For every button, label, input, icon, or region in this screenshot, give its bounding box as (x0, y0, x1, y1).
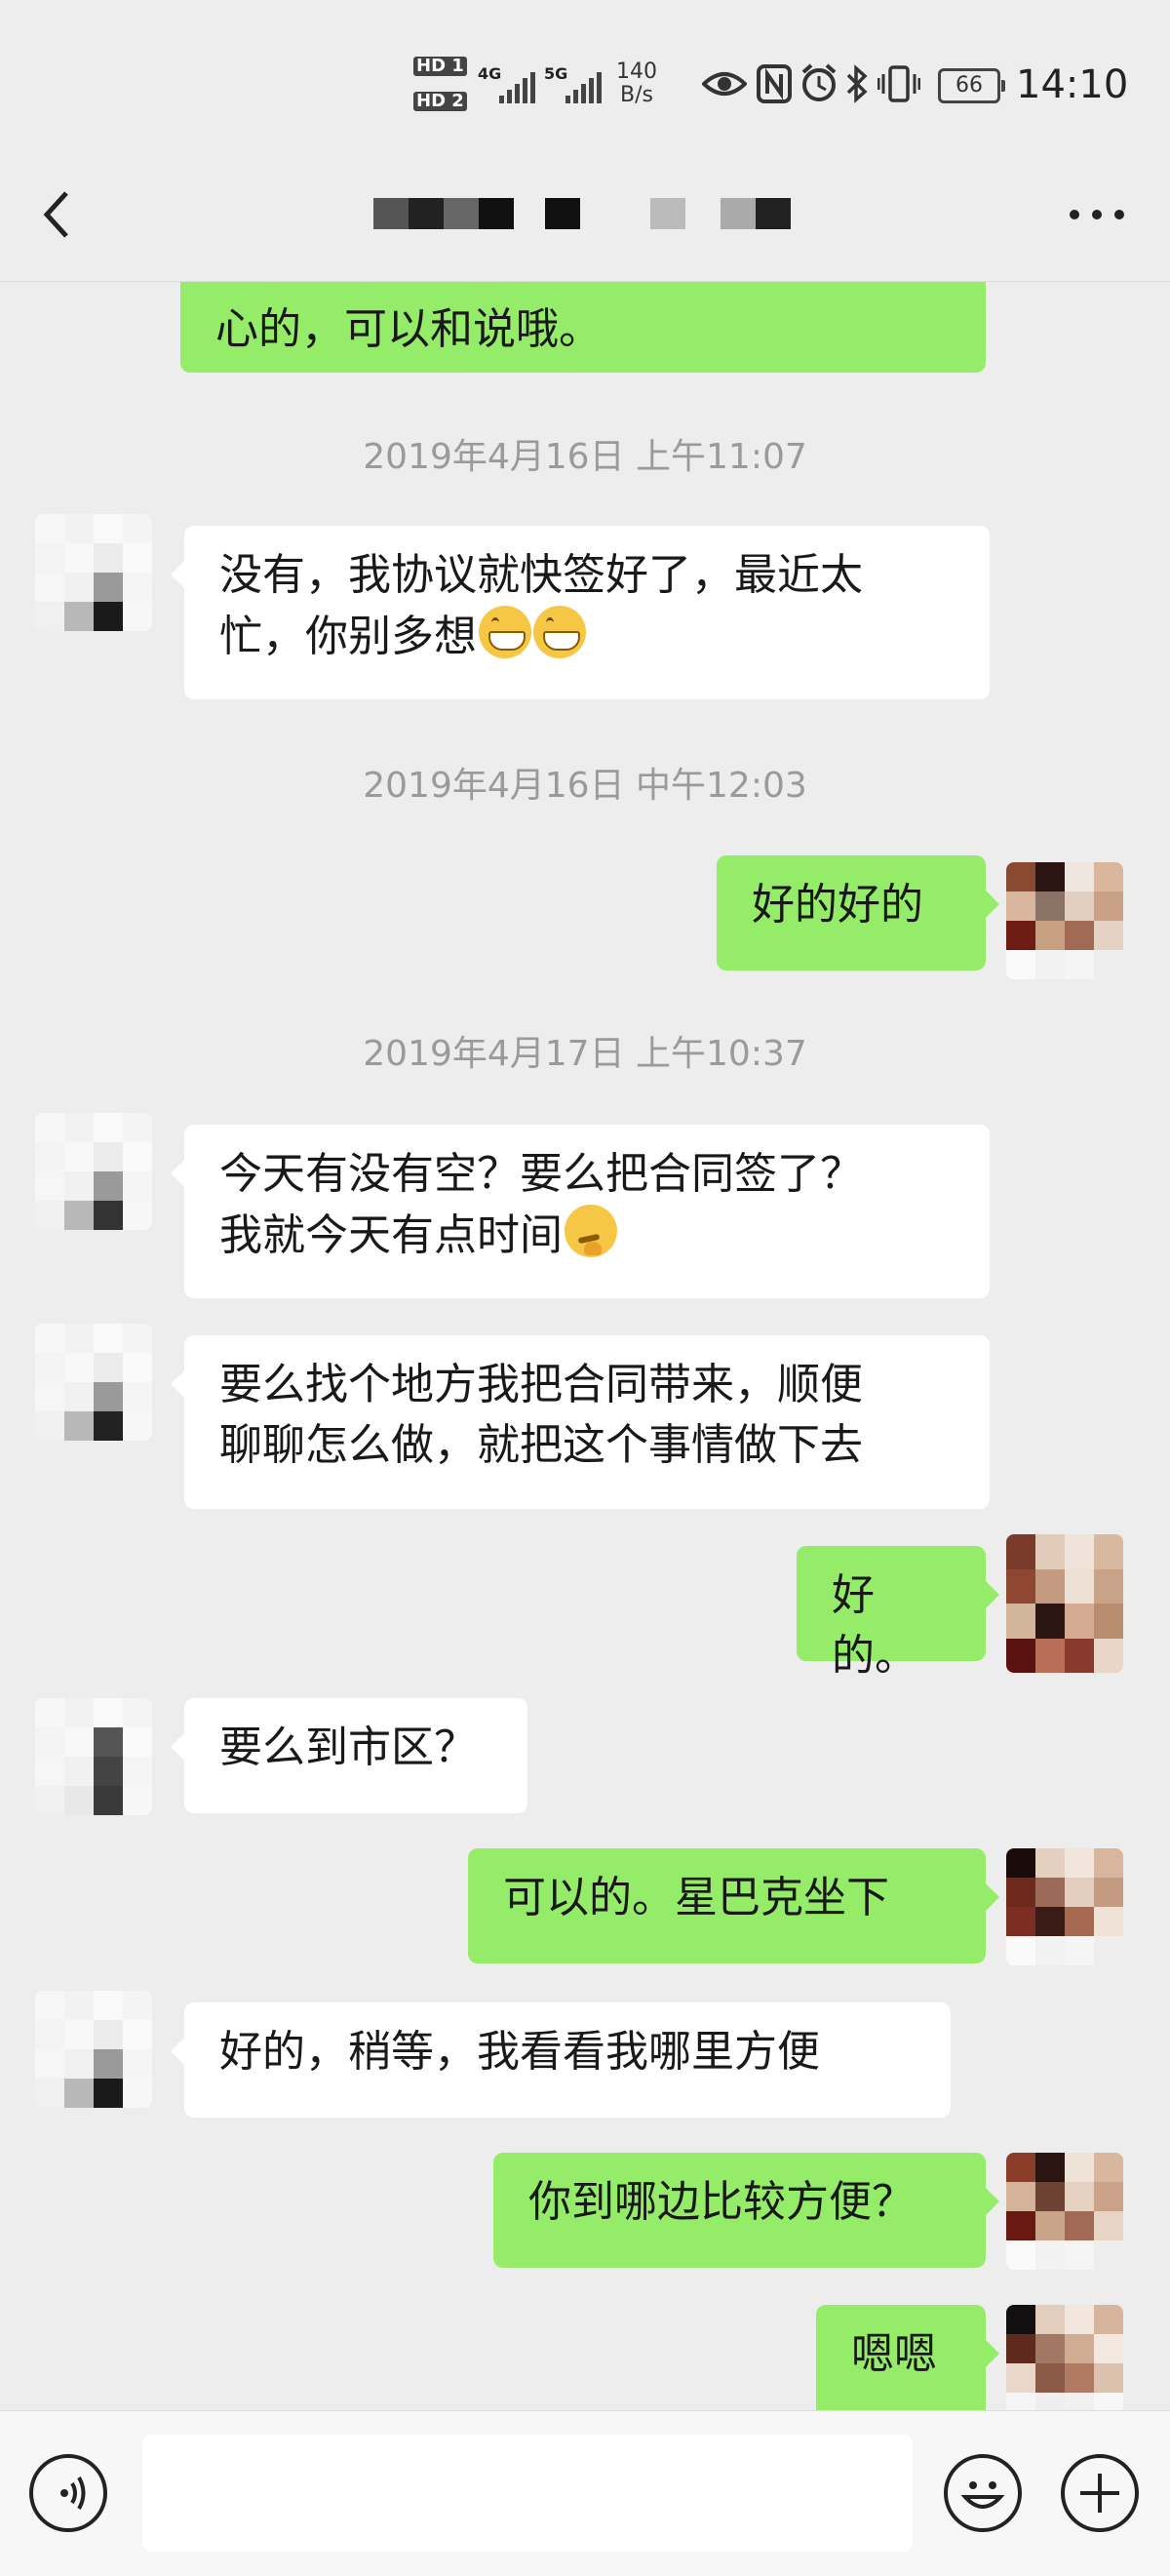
chat-title (373, 198, 791, 229)
message-bubble-outgoing[interactable]: 心的，可以和说哦。 (180, 282, 986, 373)
status-bar: HD 1 HD 2 4G 5G 140 B/s 66 14:10 (0, 0, 1170, 166)
hd1-indicator: HD 1 (413, 57, 467, 76)
timestamp: 2019年4月16日 中午12:03 (363, 766, 807, 806)
avatar-contact[interactable] (35, 1991, 152, 2108)
message-bubble-outgoing[interactable]: 可以的。星巴克坐下 (468, 1848, 999, 1963)
avatar-self[interactable] (1006, 862, 1123, 979)
message-text: 你到哪边比较方便？ (528, 2177, 915, 2227)
voice-icon[interactable] (29, 2454, 107, 2532)
message-text-line: 聊聊怎么做，就把这个事情做下去 (219, 1420, 863, 1470)
message-text: 好的好的 (752, 880, 923, 930)
avatar-contact[interactable] (35, 1113, 152, 1230)
message-text-line: 我就今天有点时间 (219, 1210, 563, 1260)
input-bar (0, 2410, 1170, 2576)
message-text: 嗯嗯 (851, 2329, 937, 2379)
chevron-left-icon[interactable] (35, 185, 84, 244)
message-text-line: 没有，我协议就快签好了，最近太 (219, 550, 863, 600)
message-bubble-outgoing[interactable]: 好的。 (797, 1546, 999, 1681)
network-speed: 140 B/s (608, 60, 665, 107)
message-bubble-incoming[interactable]: 没有，我协议就快签好了，最近太 忙，你别多想 (171, 526, 990, 699)
nfc-icon (757, 64, 792, 103)
avatar-self[interactable] (1006, 1848, 1123, 1965)
timestamp: 2019年4月17日 上午10:37 (363, 1034, 807, 1074)
signal-icon-2 (566, 70, 602, 103)
grinning-face-emoji-icon (533, 606, 586, 658)
message-text-line: 忙，你别多想 (219, 612, 477, 661)
vibrate-icon (878, 65, 920, 102)
avatar-self[interactable] (1006, 1534, 1123, 1673)
clock: 14:10 (1016, 62, 1129, 107)
plus-icon[interactable] (1061, 2454, 1139, 2532)
message-bubble-outgoing[interactable]: 好的好的 (717, 855, 999, 971)
message-list[interactable]: 心的，可以和说哦。 2019年4月16日 上午11:07 没有，我协议就快签好了… (0, 282, 1170, 2410)
ellipsis-icon[interactable] (1063, 185, 1131, 244)
message-text: 要么到市区？ (219, 1723, 477, 1772)
message-text: 心的，可以和说哦。 (215, 304, 602, 354)
message-text-line: 要么找个地方我把合同带来，顺便 (219, 1360, 863, 1409)
network-type-1: 4G (478, 64, 502, 83)
battery-icon: 66 (938, 68, 1005, 103)
eye-icon (702, 72, 747, 96)
message-text: 可以的。星巴克坐下 (503, 1873, 889, 1922)
message-input[interactable] (142, 2435, 913, 2552)
alarm-icon (801, 63, 837, 101)
message-bubble-incoming[interactable]: 今天有没有空？要么把合同签了？ 我就今天有点时间 (171, 1125, 990, 1298)
chat-header (0, 166, 1170, 282)
message-bubble-incoming[interactable]: 好的，稍等，我看看我哪里方便 (171, 2002, 951, 2118)
smiley-icon[interactable] (944, 2454, 1022, 2532)
network-speed-value: 140 (616, 59, 657, 84)
avatar-contact[interactable] (35, 1324, 152, 1441)
avatar-self[interactable] (1006, 2305, 1123, 2410)
thinking-face-emoji-icon (565, 1205, 617, 1257)
message-text: 好的。 (832, 1570, 917, 1681)
message-text-line: 今天有没有空？要么把合同签了？ (219, 1149, 863, 1199)
timestamp: 2019年4月16日 上午11:07 (363, 437, 807, 477)
message-bubble-outgoing[interactable]: 你到哪边比较方便？ (493, 2153, 999, 2268)
avatar-contact[interactable] (35, 514, 152, 631)
network-speed-unit: B/s (620, 83, 653, 107)
message-bubble-outgoing[interactable]: 嗯嗯 (816, 2305, 999, 2410)
avatar-contact[interactable] (35, 1698, 152, 1815)
message-bubble-incoming[interactable]: 要么找个地方我把合同带来，顺便 聊聊怎么做，就把这个事情做下去 (171, 1335, 990, 1509)
signal-icon (499, 70, 535, 103)
message-text: 好的，稍等，我看看我哪里方便 (219, 2027, 820, 2077)
network-type-2: 5G (544, 64, 568, 83)
avatar-self[interactable] (1006, 2153, 1123, 2270)
grinning-face-emoji-icon (479, 606, 531, 658)
bluetooth-icon (846, 64, 868, 103)
hd2-indicator: HD 2 (413, 92, 467, 111)
message-bubble-incoming[interactable]: 要么到市区？ (171, 1698, 527, 1813)
